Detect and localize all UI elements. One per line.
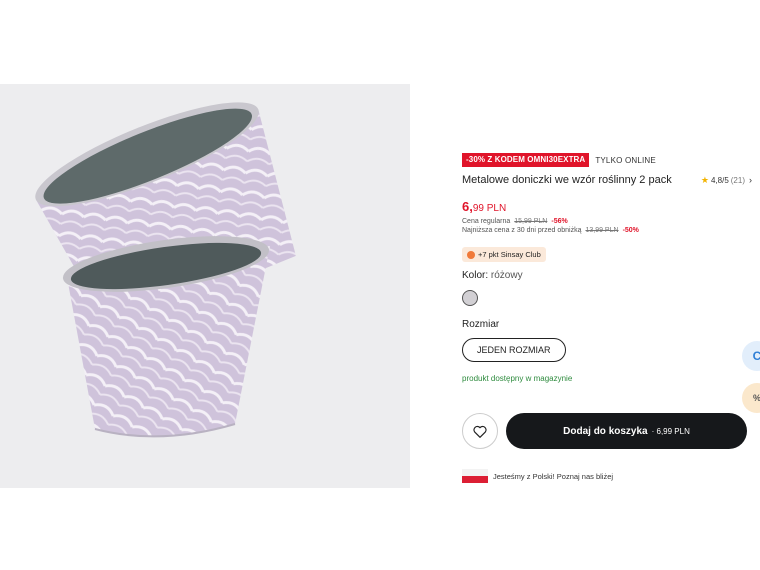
availability-status: produkt dostępny w magazynie xyxy=(462,373,573,383)
title-row: Metalowe doniczki we wzór roślinny 2 pac… xyxy=(462,174,752,186)
poland-flag-icon xyxy=(462,469,488,483)
size-label: Rozmiar xyxy=(462,318,500,330)
cart-row: Dodaj do koszyka · 6,99 PLN xyxy=(462,413,747,449)
regular-price-label: Cena regularna xyxy=(462,218,511,225)
online-only-label: TYLKO ONLINE xyxy=(595,155,656,165)
poland-note[interactable]: Jesteśmy z Polski! Poznaj nas bliżej xyxy=(462,469,613,483)
add-to-cart-button[interactable]: Dodaj do koszyka · 6,99 PLN xyxy=(506,413,747,449)
regular-price-old: 15,99 PLN xyxy=(514,218,548,225)
discount-icon: % xyxy=(753,393,760,403)
price-main: 6, xyxy=(462,199,473,214)
color-row: Kolor: różowy xyxy=(462,270,752,281)
price-decimals: 99 PLN xyxy=(472,203,507,214)
regular-price-discount: -56% xyxy=(551,218,568,225)
rating-score: 4,8/5 xyxy=(710,175,729,185)
support-icon: C xyxy=(752,349,760,363)
rating-count: (21) xyxy=(730,175,745,185)
badge-row: -30% Z KODEM OMNI30EXTRA TYLKO ONLINE xyxy=(462,152,752,168)
rating[interactable]: ★ 4,8/5 (21) › xyxy=(701,175,752,186)
heart-icon xyxy=(473,425,487,438)
promo-badge[interactable]: -30% Z KODEM OMNI30EXTRA xyxy=(462,153,590,167)
lowest-price-discount: -50% xyxy=(622,227,639,234)
lowest-price-old: 13,99 PLN xyxy=(585,227,619,234)
size-option-button[interactable]: JEDEN ROZMIAR xyxy=(462,337,566,362)
color-swatch[interactable] xyxy=(462,289,478,306)
product-image[interactable] xyxy=(0,84,410,488)
color-label: Kolor: xyxy=(462,269,489,281)
club-coin-icon xyxy=(467,250,475,259)
lowest-price-label: Najniższa cena z 30 dni przed obniżką xyxy=(462,227,582,234)
color-value: różowy xyxy=(490,269,523,281)
club-badge[interactable]: +7 pkt Sinsay Club xyxy=(462,247,546,262)
regular-price: Cena regularna 15,99 PLN -56% xyxy=(462,218,752,225)
star-icon: ★ xyxy=(700,174,709,185)
lowest-price: Najniższa cena z 30 dni przed obniżką 13… xyxy=(462,227,752,234)
add-to-cart-price: · 6,99 PLN xyxy=(651,426,690,436)
chevron-right-icon: › xyxy=(749,175,752,185)
favorite-button[interactable] xyxy=(462,413,498,449)
club-label: +7 pkt Sinsay Club xyxy=(478,250,541,259)
poland-note-text: Jesteśmy z Polski! Poznaj nas bliżej xyxy=(493,471,614,481)
product-info: -30% Z KODEM OMNI30EXTRA TYLKO ONLINE Me… xyxy=(462,152,752,383)
price: 6,99 PLN xyxy=(462,199,752,214)
add-to-cart-label: Dodaj do koszyka xyxy=(563,425,648,437)
discount-float-button[interactable]: % xyxy=(742,383,760,413)
product-title: Metalowe doniczki we wzór roślinny 2 pac… xyxy=(462,174,672,186)
